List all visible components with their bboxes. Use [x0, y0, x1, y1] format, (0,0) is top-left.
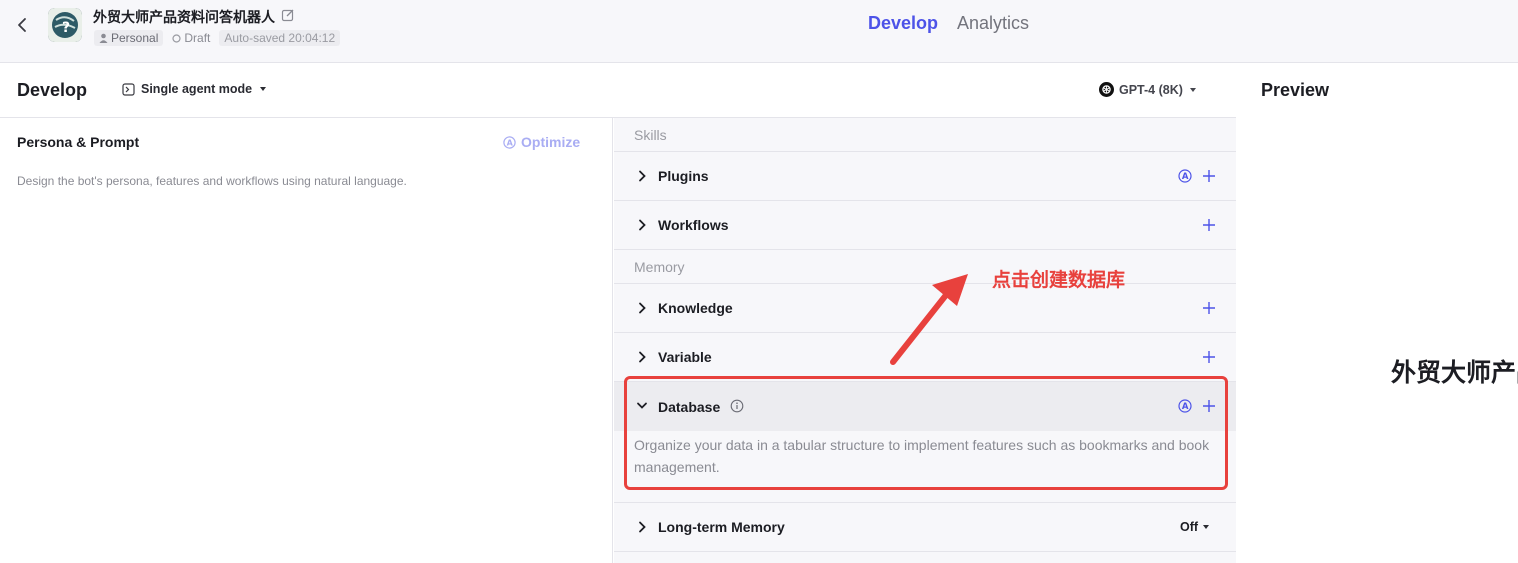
chevron-right-icon	[639, 521, 646, 533]
caret-down-icon	[1189, 87, 1196, 92]
workflows-label: Workflows	[658, 217, 729, 233]
top-bar: ? 外贸大师产品资料问答机器人 Personal Draft Auto-save…	[0, 0, 1518, 63]
back-chevron-icon[interactable]	[12, 14, 32, 36]
draft-tag-label: Draft	[184, 31, 211, 45]
preview-title: Preview	[1261, 80, 1330, 100]
personal-tag-label: Personal	[111, 31, 159, 45]
add-workflow-icon[interactable]	[1202, 218, 1216, 232]
skills-panel: Skills Plugins A Workflows Memory Knowle…	[614, 118, 1236, 563]
personal-tag: Personal	[94, 30, 164, 46]
openai-icon	[1099, 82, 1114, 97]
plugins-row[interactable]: Plugins A	[614, 152, 1236, 201]
optimize-label: Optimize	[521, 134, 581, 150]
bot-name: 外贸大师产品资料问答机器人	[93, 9, 275, 25]
variable-row[interactable]: Variable	[614, 333, 1236, 382]
agent-mode-label: Single agent mode	[141, 82, 253, 96]
preview-panel: Preview 外贸大师产品资料问答机器人	[1237, 63, 1518, 563]
caret-down-icon	[260, 87, 267, 91]
bot-meta: Personal Draft Auto-saved 20:04:12	[94, 30, 341, 46]
develop-header: Develop Single agent mode GPT-4 (8K)	[0, 63, 1236, 118]
annotation-highlight-box	[624, 376, 1228, 490]
develop-title: Develop	[17, 80, 88, 100]
annotation-text: 点击创建数据库	[992, 270, 1126, 291]
draft-icon	[172, 33, 181, 43]
draft-tag: Draft	[169, 30, 213, 46]
edit-icon[interactable]	[281, 8, 295, 22]
model-label: GPT-4 (8K)	[1119, 82, 1183, 97]
tab-analytics[interactable]: Analytics	[957, 13, 1029, 34]
auto-icon: A	[503, 135, 516, 149]
chevron-right-icon	[639, 170, 646, 182]
agent-mode-select[interactable]: Single agent mode	[122, 82, 267, 96]
long-term-memory-label: Long-term Memory	[658, 519, 785, 535]
autosave-tag: Auto-saved 20:04:12	[219, 30, 341, 46]
user-icon	[99, 33, 108, 43]
chevron-right-icon	[639, 219, 646, 231]
chevron-right-icon	[639, 302, 646, 314]
preview-bot-name: 外贸大师产品资料问答机器人	[1391, 359, 1518, 387]
long-term-memory-select[interactable]: Off	[1180, 520, 1210, 534]
workflows-row[interactable]: Workflows	[614, 201, 1236, 250]
auto-add-icon[interactable]: A	[1178, 169, 1192, 183]
add-knowledge-icon[interactable]	[1202, 301, 1216, 315]
plugins-label: Plugins	[658, 168, 709, 184]
agent-mode-icon	[122, 82, 135, 96]
tab-develop[interactable]: Develop	[868, 13, 938, 34]
persona-prompt-input[interactable]: Design the bot's persona, features and w…	[17, 174, 407, 188]
variable-label: Variable	[658, 349, 712, 365]
knowledge-row[interactable]: Knowledge	[614, 284, 1236, 333]
add-plugin-icon[interactable]	[1202, 169, 1216, 183]
memory-section-label: Memory	[614, 250, 1236, 284]
knowledge-label: Knowledge	[658, 300, 733, 316]
optimize-button[interactable]: A Optimize	[503, 134, 580, 150]
svg-text:A: A	[507, 138, 514, 147]
add-variable-icon[interactable]	[1202, 350, 1216, 364]
long-term-memory-value: Off	[1180, 520, 1199, 534]
skills-section-label: Skills	[614, 118, 1236, 152]
svg-text:?: ?	[62, 20, 70, 36]
bot-avatar[interactable]: ?	[48, 8, 82, 42]
persona-title: Persona & Prompt	[17, 134, 140, 150]
caret-down-icon	[1203, 525, 1210, 529]
chevron-right-icon	[639, 351, 646, 363]
long-term-memory-row[interactable]: Long-term Memory Off	[614, 503, 1236, 552]
svg-text:A: A	[1182, 172, 1189, 182]
model-select[interactable]: GPT-4 (8K)	[1099, 82, 1196, 97]
persona-panel: Persona & Prompt A Optimize Design the b…	[0, 118, 613, 563]
